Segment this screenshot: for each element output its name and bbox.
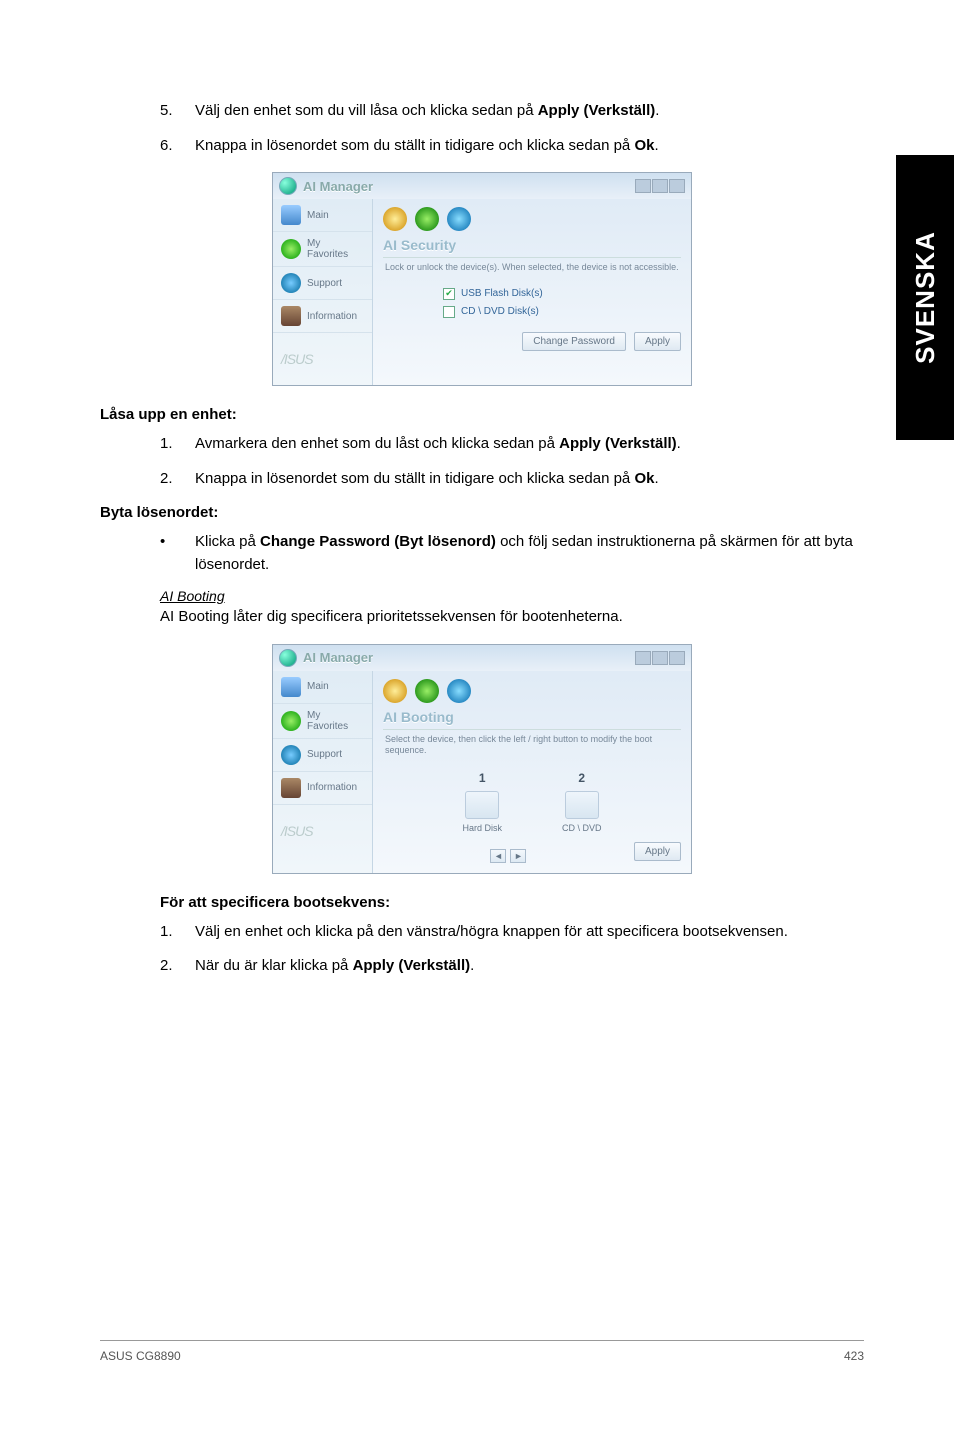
unlock-step-2: 2. Knappa in lösenordet som du ställt in…: [160, 468, 864, 491]
heading-change-password: Byta lösenordet:: [100, 504, 864, 521]
sidebar-item-favorites[interactable]: My Favorites: [273, 232, 372, 267]
move-left-button[interactable]: ◄: [490, 849, 506, 863]
support-icon: [281, 273, 301, 293]
window-title: AI Manager: [303, 650, 373, 665]
apply-button[interactable]: Apply: [634, 332, 681, 351]
step-text: Knappa in lösenordet som du ställt in ti…: [195, 468, 864, 491]
step-number: 6.: [160, 135, 195, 158]
close-button[interactable]: [669, 179, 685, 193]
boot-device-label: Hard Disk: [462, 823, 502, 833]
language-label: SVENSKA: [910, 231, 941, 364]
checkbox-row-cddvd[interactable]: CD \ DVD Disk(s): [443, 306, 681, 318]
step-text: Välj den enhet som du vill låsa och klic…: [195, 100, 864, 123]
brand-logo: /ISUS: [273, 805, 372, 857]
step-text: Välj en enhet och klicka på den vänstra/…: [195, 921, 864, 944]
step-6: 6. Knappa in lösenordet som du ställt in…: [160, 135, 864, 158]
app-orb-icon: [279, 177, 297, 195]
change-password-bullet: • Klicka på Change Password (Byt lösenor…: [160, 531, 864, 576]
bootseq-step-2: 2. När du är klar klicka på Apply (Verks…: [160, 955, 864, 978]
main-icon: [281, 677, 301, 697]
change-password-button[interactable]: Change Password: [522, 332, 626, 351]
cd-dvd-icon: [565, 791, 599, 819]
hard-disk-icon: [465, 791, 499, 819]
minimize-button[interactable]: [635, 179, 651, 193]
tool-icon-2[interactable]: [415, 679, 439, 703]
boot-device-label: CD \ DVD: [562, 823, 602, 833]
sidebar-item-information[interactable]: Information: [273, 300, 372, 333]
step-text: När du är klar klicka på Apply (Verkstäl…: [195, 955, 864, 978]
bootseq-step-1: 1. Välj en enhet och klicka på den vänst…: [160, 921, 864, 944]
ai-manager-booting-window: AI Manager Main My Favorites Support Inf…: [272, 644, 692, 874]
boot-order-number: 1: [462, 771, 502, 785]
info-icon: [281, 778, 301, 798]
language-side-tab: SVENSKA: [896, 155, 954, 440]
checkbox-row-usb[interactable]: ✔ USB Flash Disk(s): [443, 288, 681, 300]
support-icon: [281, 745, 301, 765]
minimize-button[interactable]: [635, 651, 651, 665]
ai-booting-subtitle: AI Booting: [160, 588, 864, 604]
favorites-icon: [281, 239, 301, 259]
ai-manager-security-window: AI Manager Main My Favorites Support Inf…: [272, 172, 692, 386]
apply-button[interactable]: Apply: [634, 842, 681, 861]
section-description: Lock or unlock the device(s). When selec…: [383, 257, 681, 282]
main-icon: [281, 205, 301, 225]
page-footer: ASUS CG8890 423: [100, 1340, 864, 1363]
tool-icon-3[interactable]: [447, 679, 471, 703]
sidebar-item-support[interactable]: Support: [273, 739, 372, 772]
step-text: Knappa in lösenordet som du ställt in ti…: [195, 135, 864, 158]
main-panel: AI Booting Select the device, then click…: [373, 671, 691, 873]
checkbox-label: CD \ DVD Disk(s): [461, 306, 539, 317]
tool-icon-2[interactable]: [415, 207, 439, 231]
sidebar-item-main[interactable]: Main: [273, 671, 372, 704]
close-button[interactable]: [669, 651, 685, 665]
tool-icon-3[interactable]: [447, 207, 471, 231]
sidebar: Main My Favorites Support Information /I…: [273, 671, 373, 873]
bullet-text: Klicka på Change Password (Byt lösenord)…: [195, 531, 864, 576]
section-description: Select the device, then click the left /…: [383, 729, 681, 765]
tool-icon-1[interactable]: [383, 679, 407, 703]
sidebar-item-main[interactable]: Main: [273, 199, 372, 232]
step-number: 2.: [160, 955, 195, 978]
section-title: AI Security: [383, 237, 681, 253]
sidebar: Main My Favorites Support Information /I…: [273, 199, 373, 385]
app-orb-icon: [279, 649, 297, 667]
sidebar-item-support[interactable]: Support: [273, 267, 372, 300]
info-icon: [281, 306, 301, 326]
step-text: Avmarkera den enhet som du låst och klic…: [195, 433, 864, 456]
favorites-icon: [281, 711, 301, 731]
main-panel: AI Security Lock or unlock the device(s)…: [373, 199, 691, 385]
footer-page-number: 423: [844, 1349, 864, 1363]
sidebar-item-information[interactable]: Information: [273, 772, 372, 805]
tool-icon-1[interactable]: [383, 207, 407, 231]
checkbox-label: USB Flash Disk(s): [461, 288, 543, 299]
footer-model: ASUS CG8890: [100, 1349, 181, 1363]
heading-boot-sequence: För att specificera bootsekvens:: [160, 894, 864, 911]
window-title: AI Manager: [303, 179, 373, 194]
checkbox-unchecked-icon: [443, 306, 455, 318]
maximize-button[interactable]: [652, 651, 668, 665]
move-right-button[interactable]: ►: [510, 849, 526, 863]
maximize-button[interactable]: [652, 179, 668, 193]
sidebar-item-favorites[interactable]: My Favorites: [273, 704, 372, 739]
checkbox-checked-icon: ✔: [443, 288, 455, 300]
step-number: 1.: [160, 921, 195, 944]
step-5: 5. Välj den enhet som du vill låsa och k…: [160, 100, 864, 123]
step-number: 5.: [160, 100, 195, 123]
heading-unlock: Låsa upp en enhet:: [100, 406, 864, 423]
step-number: 1.: [160, 433, 195, 456]
unlock-step-1: 1. Avmarkera den enhet som du låst och k…: [160, 433, 864, 456]
titlebar: AI Manager: [273, 645, 691, 671]
section-title: AI Booting: [383, 709, 681, 725]
boot-order-number: 2: [562, 771, 602, 785]
titlebar: AI Manager: [273, 173, 691, 199]
step-number: 2.: [160, 468, 195, 491]
brand-logo: /ISUS: [273, 333, 372, 385]
ai-booting-description: AI Booting låter dig specificera priorit…: [160, 606, 864, 629]
boot-device-2[interactable]: 2 CD \ DVD: [562, 771, 602, 833]
bullet-dot-icon: •: [160, 531, 195, 576]
boot-device-1[interactable]: 1 Hard Disk: [462, 771, 502, 833]
